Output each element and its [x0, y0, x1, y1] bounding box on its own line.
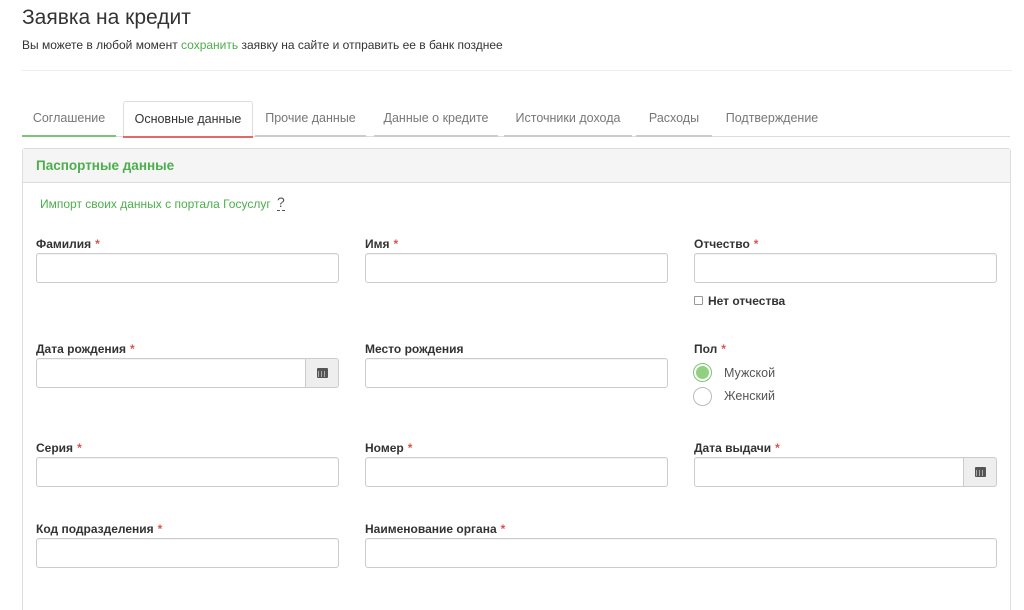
issue-date-calendar-button[interactable]	[963, 457, 997, 487]
subtitle-text-after: заявку на сайте и отправить ее в банк по…	[238, 38, 503, 52]
authority-name-label: Наименование органа *	[365, 522, 506, 536]
page-subtitle: Вы можете в любой момент сохранить заявк…	[22, 38, 503, 52]
number-input[interactable]	[365, 457, 668, 487]
tab-label: Источники дохода	[515, 111, 621, 125]
name-input[interactable]	[365, 253, 668, 283]
tab-other-data[interactable]: Прочие данные	[255, 101, 366, 137]
gender-male-label[interactable]: Мужской	[724, 366, 775, 380]
help-icon[interactable]: ?	[277, 195, 285, 211]
step-tabs: Соглашение Основные данные Прочие данные…	[22, 101, 1012, 138]
gosuslugi-import-link[interactable]: Импорт своих данных с портала Госуслуг	[40, 197, 271, 211]
tab-label: Данные о кредите	[383, 111, 489, 125]
patronymic-label: Отчество *	[694, 237, 759, 251]
save-link[interactable]: сохранить	[181, 38, 238, 52]
series-input[interactable]	[36, 457, 339, 487]
authority-name-input[interactable]	[365, 538, 997, 568]
birth-place-input[interactable]	[365, 358, 668, 388]
required-mark: *	[77, 441, 82, 455]
required-mark: *	[775, 441, 780, 455]
issue-date-label: Дата выдачи *	[694, 441, 780, 455]
no-patronymic-checkbox[interactable]	[694, 296, 703, 305]
required-mark: *	[157, 522, 163, 536]
birth-date-input[interactable]	[36, 358, 306, 388]
gender-male-radio[interactable]	[693, 363, 712, 382]
gender-female-radio[interactable]	[693, 387, 712, 406]
required-mark: *	[393, 237, 399, 251]
required-mark: *	[721, 342, 726, 356]
panel-heading: Паспортные данные	[23, 149, 1010, 183]
patronymic-input[interactable]	[694, 253, 997, 283]
surname-label: Фамилия *	[36, 237, 100, 251]
birth-place-label: Место рождения	[365, 342, 464, 356]
birth-date-label: Дата рождения *	[36, 342, 135, 356]
issue-date-input[interactable]	[694, 457, 964, 487]
calendar-icon	[974, 467, 986, 477]
number-label: Номер *	[365, 441, 413, 455]
birth-date-calendar-button[interactable]	[305, 358, 339, 388]
tab-basic-data[interactable]: Основные данные	[123, 101, 253, 138]
subtitle-text-before: Вы можете в любой момент	[22, 38, 182, 52]
gender-label: Пол *	[694, 342, 726, 356]
name-label: Имя *	[365, 237, 399, 251]
tab-agreement[interactable]: Соглашение	[22, 101, 116, 137]
page-title: Заявка на кредит	[22, 6, 191, 29]
tab-expenses[interactable]: Расходы	[636, 101, 712, 137]
series-label: Серия *	[36, 441, 82, 455]
tab-label: Подтверждение	[725, 111, 819, 125]
tab-label: Основные данные	[134, 112, 242, 126]
division-code-label: Код подразделения *	[36, 522, 163, 536]
tab-income-sources[interactable]: Источники дохода	[504, 101, 632, 137]
tab-confirmation[interactable]: Подтверждение	[718, 101, 826, 137]
tab-label: Прочие данные	[265, 111, 356, 125]
tab-credit-data[interactable]: Данные о кредите	[374, 101, 498, 137]
gender-female-label[interactable]: Женский	[724, 389, 775, 403]
required-mark: *	[500, 522, 506, 536]
required-mark: *	[130, 342, 135, 356]
tab-label: Расходы	[648, 111, 700, 125]
required-mark: *	[95, 237, 100, 251]
no-patronymic-label[interactable]: Нет отчества	[708, 294, 785, 308]
calendar-icon	[316, 368, 328, 378]
division-code-input[interactable]	[36, 538, 339, 568]
required-mark: *	[753, 237, 759, 251]
surname-input[interactable]	[36, 253, 339, 283]
required-mark: *	[407, 441, 413, 455]
header-divider	[22, 70, 1012, 71]
tab-label: Соглашение	[32, 111, 106, 125]
